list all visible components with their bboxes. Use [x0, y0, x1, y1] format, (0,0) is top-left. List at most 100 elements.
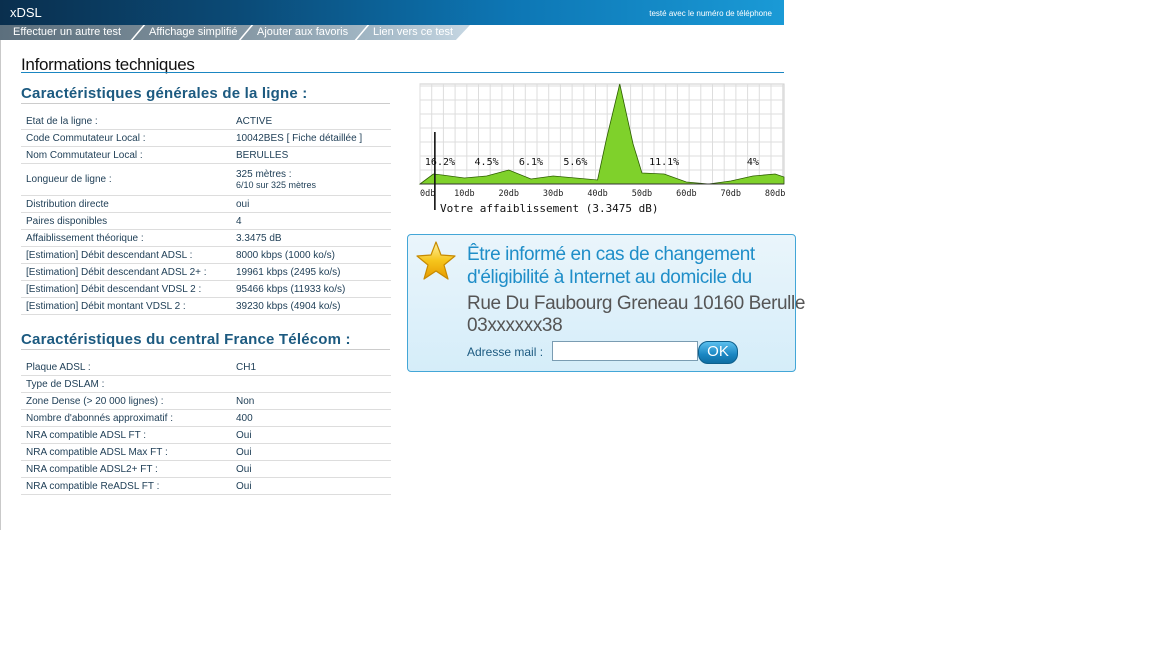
- email-field[interactable]: [552, 341, 698, 361]
- row-label: NRA compatible ReADSL FT :: [21, 477, 231, 495]
- table-row: Nom Commutateur Local : BERULLES: [21, 146, 391, 164]
- nav-tab-link[interactable]: Lien vers ce test: [373, 25, 453, 40]
- x-tick-label: 10db: [454, 189, 474, 199]
- row-value: oui: [231, 195, 391, 213]
- line-heading: Caractéristiques générales de la ligne :: [21, 85, 308, 102]
- table-row: Type de DSLAM :: [21, 375, 391, 393]
- nav-bar: Effectuer un autre test Affichage simpli…: [0, 25, 480, 40]
- row-label: [Estimation] Débit descendant ADSL :: [21, 246, 231, 264]
- page-left-border: [0, 0, 1, 530]
- row-value: 325 mètres :: [236, 169, 292, 180]
- row-value: ACTIVE: [231, 113, 391, 130]
- row-value: BERULLES: [231, 146, 391, 164]
- line-table: Etat de la ligne : ACTIVE Code Commutateu…: [21, 113, 391, 315]
- table-row: Etat de la ligne : ACTIVE: [21, 113, 391, 130]
- row-value: Oui: [231, 460, 391, 478]
- table-row: Code Commutateur Local :10042BES [ Fiche…: [21, 129, 391, 147]
- percent-label: 16.2%: [425, 157, 455, 168]
- header-bar: xDSL testé avec le numéro de téléphone: [0, 0, 784, 25]
- detail-sheet-link[interactable]: [ Fiche détaillée ]: [287, 133, 363, 144]
- row-value: 4: [231, 212, 391, 230]
- percent-label: 5.6%: [563, 157, 587, 168]
- alert-address: Rue Du Faubourg Greneau 10160 Berulle: [467, 293, 805, 314]
- table-row: [Estimation] Débit descendant ADSL 2+ :1…: [21, 263, 391, 281]
- row-label: [Estimation] Débit montant VDSL 2 :: [21, 297, 231, 315]
- alert-text-line1: Être informé en cas de changement: [467, 244, 755, 265]
- row-value-cell: 325 mètres :6/10 sur 325 mètres: [231, 163, 391, 196]
- table-row: NRA compatible ReADSL FT : Oui: [21, 477, 391, 495]
- x-tick-label: 0db: [420, 189, 435, 199]
- row-value: Oui: [231, 426, 391, 444]
- title-divider: [21, 72, 784, 73]
- row-value: CH1: [231, 359, 391, 376]
- x-tick-label: 20db: [499, 189, 519, 199]
- row-label: Affaiblissement théorique :: [21, 229, 231, 247]
- row-label: Distribution directe: [21, 195, 231, 213]
- header-note: testé avec le numéro de téléphone: [649, 9, 772, 18]
- x-tick-label: 70db: [720, 189, 740, 199]
- row-label: [Estimation] Débit descendant ADSL 2+ :: [21, 263, 231, 281]
- table-row: [Estimation] Débit descendant ADSL :8000…: [21, 246, 391, 264]
- row-label: NRA compatible ADSL2+ FT :: [21, 460, 231, 478]
- x-tick-label: 80db: [765, 189, 785, 199]
- nav-tab-favorites[interactable]: Ajouter aux favoris: [257, 25, 348, 40]
- row-label: Type de DSLAM :: [21, 375, 231, 393]
- alert-text-line2: d'éligibilité à Internet au domicile du: [467, 267, 752, 288]
- row-label: Longueur de ligne :: [21, 163, 231, 196]
- table-row: Affaiblissement théorique :3.3475 dB: [21, 229, 391, 247]
- percent-label: 4.5%: [475, 157, 499, 168]
- row-value: 8000 kbps (1000 ko/s): [231, 246, 391, 264]
- row-value-detail: 6/10 sur 325 mètres: [236, 180, 317, 190]
- line-heading-divider: [21, 103, 390, 104]
- table-row: Zone Dense (> 20 000 lignes) : Non: [21, 392, 391, 410]
- x-tick-label: 40db: [587, 189, 607, 199]
- table-row: Longueur de ligne :325 mètres :6/10 sur …: [21, 163, 391, 196]
- row-label: Code Commutateur Local :: [21, 129, 231, 147]
- percent-label: 6.1%: [519, 157, 543, 168]
- mail-label: Adresse mail :: [467, 345, 544, 359]
- row-value: 95466 kbps (11933 ko/s): [231, 280, 391, 298]
- alert-phone: 03xxxxxx38: [467, 315, 563, 336]
- x-tick-label: 60db: [676, 189, 696, 199]
- table-row: Paires disponibles 4: [21, 212, 391, 230]
- x-tick-label: 30db: [543, 189, 563, 199]
- row-label: Nom Commutateur Local :: [21, 146, 231, 164]
- chart-caption: Votre affaiblissement (3.3475 dB): [440, 202, 659, 215]
- nav-tab-simple-view[interactable]: Affichage simplifié: [149, 25, 237, 40]
- row-value: Oui: [231, 443, 391, 461]
- percent-label: 4%: [747, 157, 759, 168]
- ok-button[interactable]: OK: [698, 341, 738, 364]
- table-row: NRA compatible ADSL FT : Oui: [21, 426, 391, 444]
- app-title: xDSL: [10, 5, 42, 20]
- row-label: [Estimation] Débit descendant VDSL 2 :: [21, 280, 231, 298]
- row-label: Paires disponibles: [21, 212, 231, 230]
- x-tick-label: 50db: [632, 189, 652, 199]
- row-value: 3.3475 dB: [231, 229, 391, 247]
- central-heading-divider: [21, 349, 390, 350]
- percent-label: 11.1%: [649, 157, 679, 168]
- row-label: Zone Dense (> 20 000 lignes) :: [21, 392, 231, 410]
- table-row: NRA compatible ADSL2+ FT : Oui: [21, 460, 391, 478]
- row-label: Plaque ADSL :: [21, 359, 231, 376]
- central-heading: Caractéristiques du central France Téléc…: [21, 331, 351, 348]
- nav-tab-retest[interactable]: Effectuer un autre test: [13, 25, 121, 40]
- row-value-cell: 10042BES [ Fiche détaillée ]: [231, 129, 391, 147]
- row-label: Nombre d'abonnés approximatif :: [21, 409, 231, 427]
- table-row: NRA compatible ADSL Max FT : Oui: [21, 443, 391, 461]
- row-value: 10042BES: [236, 132, 284, 144]
- row-label: Etat de la ligne :: [21, 113, 231, 130]
- row-value: Oui: [231, 477, 391, 495]
- table-row: Distribution directe oui: [21, 195, 391, 213]
- row-value: 19961 kbps (2495 ko/s): [231, 263, 391, 281]
- row-value: [231, 375, 391, 393]
- table-row: [Estimation] Débit descendant VDSL 2 :95…: [21, 280, 391, 298]
- eligibility-alert-box: Être informé en cas de changement d'élig…: [407, 234, 805, 372]
- row-label: NRA compatible ADSL FT :: [21, 426, 231, 444]
- row-value: Non: [231, 392, 391, 410]
- star-icon: [416, 241, 456, 280]
- central-table: Plaque ADSL : CH1 Type de DSLAM : Zone De…: [21, 359, 391, 495]
- table-row: Nombre d'abonnés approximatif :400: [21, 409, 391, 427]
- row-value: 39230 kbps (4904 ko/s): [231, 297, 391, 315]
- table-row: Plaque ADSL : CH1: [21, 359, 391, 376]
- row-value: 400: [231, 409, 391, 427]
